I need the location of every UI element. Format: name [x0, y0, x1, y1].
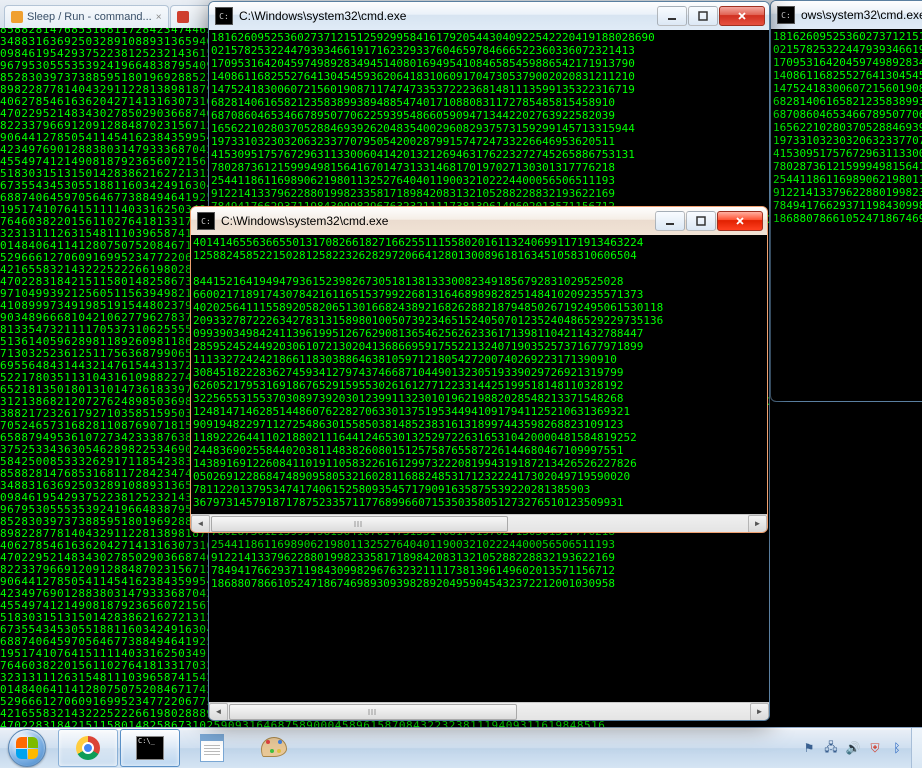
scroll-track[interactable] [229, 704, 749, 720]
window-title: C:\Windows\system32\cmd.exe [219, 214, 655, 228]
scroll-right-arrow[interactable]: ► [748, 515, 767, 533]
cmd-icon: C: [197, 212, 215, 230]
taskbar-pinned-area: C:\_ [54, 728, 308, 768]
minimize-button[interactable] [657, 6, 687, 26]
system-tray[interactable]: ⚑ 🖧 🔊 ⛨ ᛒ [795, 728, 911, 768]
close-button[interactable] [719, 6, 765, 26]
cmd-icon: C: [777, 6, 795, 24]
titlebar[interactable]: C: C:\Windows\system32\cmd.exe [209, 2, 769, 30]
tray-bluetooth-icon[interactable]: ᛒ [889, 740, 905, 756]
favicon [177, 11, 189, 23]
console-text: 4014146556366550131708266182716625511155… [191, 235, 767, 514]
cmd-icon: C: [215, 7, 233, 25]
tray-network-icon[interactable]: 🖧 [823, 740, 839, 756]
maximize-button[interactable] [686, 211, 716, 231]
browser-tab[interactable]: Sleep / Run - command... × [4, 5, 169, 28]
tray-volume-icon[interactable]: 🔊 [845, 740, 861, 756]
tab-close-icon[interactable]: × [156, 12, 162, 23]
paint-icon [261, 737, 287, 759]
notepad-icon [200, 734, 224, 762]
taskbar-item-cmd[interactable]: C:\_ [120, 729, 180, 767]
horizontal-scrollbar[interactable]: ◄ ► [191, 514, 767, 532]
titlebar[interactable]: C: ows\system32\cmd.exe [771, 1, 922, 29]
cmd-window-front[interactable]: C: C:\Windows\system32\cmd.exe 401414655… [190, 206, 768, 533]
scroll-thumb[interactable] [211, 516, 508, 532]
titlebar[interactable]: C: C:\Windows\system32\cmd.exe [191, 207, 767, 235]
horizontal-scrollbar[interactable]: ◄ ► [209, 702, 769, 720]
tab-label: Sleep / Run - command... [27, 11, 152, 23]
window-title: C:\Windows\system32\cmd.exe [237, 9, 657, 23]
scroll-right-arrow[interactable]: ► [750, 703, 769, 721]
taskbar-item-chrome[interactable] [58, 729, 118, 767]
tray-security-icon[interactable]: ⛨ [867, 740, 883, 756]
window-title: ows\system32\cmd.exe [799, 8, 922, 22]
scroll-left-arrow[interactable]: ◄ [191, 515, 210, 533]
taskbar-item-notepad[interactable] [182, 729, 242, 767]
scroll-track[interactable] [211, 516, 747, 532]
start-button[interactable] [0, 728, 54, 768]
minimize-button[interactable] [655, 211, 685, 231]
cmd-icon: C:\_ [136, 736, 164, 760]
scroll-thumb[interactable] [229, 704, 517, 720]
show-desktop-button[interactable] [911, 728, 922, 768]
close-button[interactable] [717, 211, 763, 231]
favicon [11, 11, 23, 23]
cmd-window-right-partial: C: ows\system32\cmd.exe 1816260952536027… [770, 0, 922, 402]
tray-action-center-icon[interactable]: ⚑ [801, 740, 817, 756]
windows-orb-icon [8, 729, 46, 767]
console-text: 1816260952536027371215125929958416179205… [771, 29, 922, 401]
taskbar[interactable]: C:\_ ⚑ 🖧 🔊 ⛨ ᛒ [0, 727, 922, 768]
maximize-button[interactable] [688, 6, 718, 26]
scroll-left-arrow[interactable]: ◄ [209, 703, 228, 721]
taskbar-item-paint[interactable] [244, 729, 304, 767]
chrome-icon [76, 736, 100, 760]
